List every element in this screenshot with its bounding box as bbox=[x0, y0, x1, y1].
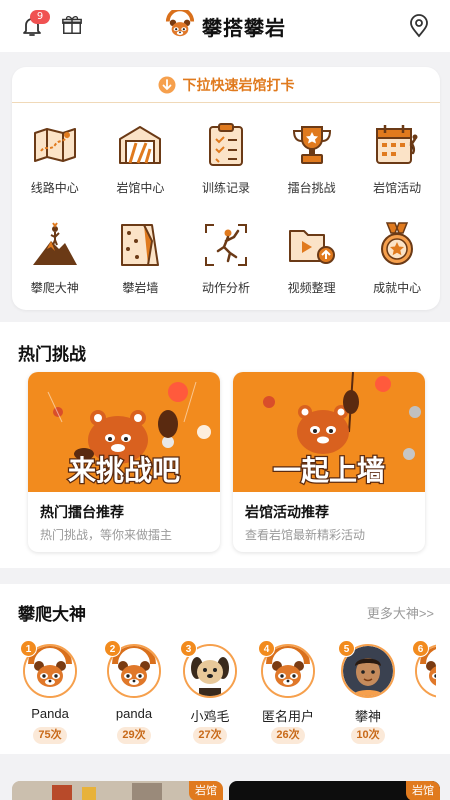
card-title: 热门擂台推荐 bbox=[40, 504, 124, 520]
feature-label: 视频整理 bbox=[287, 281, 336, 295]
feature-gym-center[interactable]: 岩馆中心 bbox=[98, 115, 184, 215]
gym-card[interactable]: 岩馆 bbox=[12, 781, 223, 800]
notification-badge: 9 bbox=[30, 10, 50, 24]
calendar-icon bbox=[376, 125, 418, 164]
arrow-down-circle-icon bbox=[158, 76, 175, 93]
app-title: 攀搭攀岩 bbox=[202, 17, 286, 40]
climbing-gods-section: 攀爬大神 更多大神>> 1 Panda 75次 2 panda 29次 3 小鸡… bbox=[0, 584, 450, 754]
gym-tag: 岩馆 bbox=[189, 781, 223, 800]
feature-label: 岩馆中心 bbox=[116, 181, 165, 195]
top-bar: 9 攀搭攀岩 bbox=[0, 0, 450, 52]
climber-name: Panda bbox=[31, 706, 69, 721]
hot-card-gym-events[interactable]: 一起上墙 岩馆活动推荐 查看岩馆最新精彩活动 bbox=[233, 372, 425, 552]
summit-icon bbox=[32, 222, 77, 265]
feature-gym-events[interactable]: 岩馆活动 bbox=[354, 115, 440, 215]
clipboard-icon bbox=[208, 123, 243, 166]
pull-to-checkin-text: 下拉快速岩馆打卡 bbox=[182, 76, 295, 93]
card-title: 岩馆活动推荐 bbox=[245, 504, 329, 520]
feature-motion-analysis[interactable]: 动作分析 bbox=[183, 215, 269, 315]
location-pin-icon[interactable] bbox=[408, 14, 430, 38]
rank-badge: 1 bbox=[20, 640, 37, 657]
section-title: 攀爬大神 bbox=[18, 605, 86, 624]
banner-text: 一起上墙 bbox=[273, 455, 385, 486]
gym-tag: 岩馆 bbox=[406, 781, 440, 800]
feature-video-organize[interactable]: 视频整理 bbox=[269, 215, 355, 315]
climber-item[interactable]: 3 小鸡毛 27次 bbox=[178, 640, 242, 744]
feature-label: 线路中心 bbox=[30, 181, 79, 195]
panda-logo bbox=[164, 10, 196, 42]
video-folder-icon bbox=[288, 230, 335, 264]
map-icon bbox=[33, 128, 76, 162]
motion-icon bbox=[204, 224, 247, 266]
trophy-icon bbox=[292, 126, 331, 164]
card-subtitle: 查看岩馆最新精彩活动 bbox=[245, 528, 366, 542]
feature-card: 下拉快速岩馆打卡 线路中心 岩馆中心 训练记录 擂台挑战 岩馆活动 攀爬大神 攀… bbox=[12, 67, 440, 310]
feature-label: 岩馆活动 bbox=[373, 181, 422, 195]
pull-to-checkin-bar[interactable]: 下拉快速岩馆打卡 bbox=[12, 67, 440, 103]
climber-item[interactable]: 4 匿名用户 26次 bbox=[256, 640, 320, 744]
rank-badge: 3 bbox=[180, 640, 197, 657]
feature-training-log[interactable]: 训练记录 bbox=[183, 115, 269, 215]
climber-list[interactable]: 1 Panda 75次 2 panda 29次 3 小鸡毛 27次 4 匿名用户… bbox=[18, 640, 436, 748]
climb-count: 10次 bbox=[351, 727, 385, 744]
challenge-banner-image: 来挑战吧 bbox=[28, 372, 220, 492]
hot-card-arena[interactable]: 来挑战吧 热门擂台推荐 热门挑战，等你来做擂主 bbox=[28, 372, 220, 552]
feature-arena-challenge[interactable]: 擂台挑战 bbox=[269, 115, 355, 215]
feature-label: 动作分析 bbox=[201, 281, 250, 295]
climbing-wall-icon bbox=[121, 224, 160, 266]
climber-name: 小鸡毛 bbox=[190, 709, 230, 724]
feature-grid: 线路中心 岩馆中心 训练记录 擂台挑战 岩馆活动 攀爬大神 攀岩墙 动作分析 视… bbox=[12, 115, 440, 315]
medal-icon bbox=[381, 222, 414, 265]
hot-challenges-section: 热门挑战 来挑战吧 热门擂台推荐 热门挑战，等你来做擂主 一起上墙 岩馆活动推荐… bbox=[0, 322, 450, 568]
feature-label: 成就中心 bbox=[373, 281, 422, 295]
feature-label: 攀爬大神 bbox=[30, 281, 79, 295]
climber-item[interactable]: 5 攀神 10次 bbox=[336, 640, 400, 744]
climb-count: 29次 bbox=[117, 727, 151, 744]
climber-name: s bbox=[410, 706, 436, 721]
feature-climbing-wall[interactable]: 攀岩墙 bbox=[98, 215, 184, 315]
rank-badge: 4 bbox=[258, 640, 275, 657]
rank-badge: 5 bbox=[338, 640, 355, 657]
climb-count: 27次 bbox=[193, 727, 227, 744]
climber-item[interactable]: 2 panda 29次 bbox=[102, 640, 166, 744]
rank-badge: 6 bbox=[412, 640, 429, 657]
climber-name: 攀神 bbox=[354, 709, 381, 724]
banner-text: 来挑战吧 bbox=[68, 455, 180, 486]
gym-card[interactable]: 岩馆 bbox=[229, 781, 440, 800]
climb-count: 75次 bbox=[33, 727, 67, 744]
gym-icon bbox=[119, 126, 162, 164]
feature-climbing-gods[interactable]: 攀爬大神 bbox=[12, 215, 98, 315]
feature-achievements[interactable]: 成就中心 bbox=[354, 215, 440, 315]
feature-label: 擂台挑战 bbox=[287, 181, 336, 195]
gift-icon[interactable] bbox=[61, 14, 83, 36]
brand: 攀搭攀岩 bbox=[164, 10, 286, 42]
card-subtitle: 热门挑战，等你来做擂主 bbox=[40, 528, 173, 542]
event-banner-image: 一起上墙 bbox=[233, 372, 425, 492]
section-title: 热门挑战 bbox=[18, 345, 86, 364]
more-climbers-link[interactable]: 更多大神>> bbox=[367, 603, 434, 622]
climb-count: 26次 bbox=[271, 727, 305, 744]
climber-name: 匿名用户 bbox=[261, 709, 314, 724]
climber-item[interactable]: 1 Panda 75次 bbox=[18, 640, 82, 744]
feature-route-center[interactable]: 线路中心 bbox=[12, 115, 98, 215]
feature-label: 训练记录 bbox=[201, 181, 250, 195]
climber-item[interactable]: 6 s bbox=[410, 640, 436, 744]
feature-label: 攀岩墙 bbox=[122, 281, 159, 295]
rank-badge: 2 bbox=[104, 640, 121, 657]
climber-name: panda bbox=[115, 706, 153, 721]
